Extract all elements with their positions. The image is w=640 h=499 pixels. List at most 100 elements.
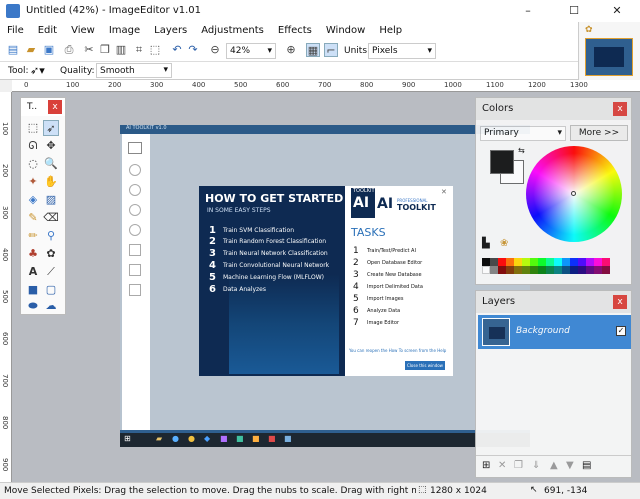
task-link[interactable]: Import Delimited Data (367, 284, 423, 290)
swap-colors-icon[interactable]: ⇆ (518, 146, 525, 155)
pencil-icon[interactable]: ✏ (25, 228, 41, 244)
step-link[interactable]: Train SVM Classification (223, 227, 294, 234)
palette-swatch[interactable] (490, 258, 498, 266)
step-link[interactable]: Machine Learning Flow (MLFLOW) (223, 274, 324, 281)
palette-swatch[interactable] (498, 258, 506, 266)
step-link[interactable]: Train Neural Network Classification (223, 250, 328, 257)
task-link[interactable]: Train/Test/Predict AI (367, 248, 416, 254)
color-wheel[interactable] (526, 146, 622, 242)
grid-icon[interactable]: ▦ (306, 43, 320, 57)
palette-swatch[interactable] (522, 258, 530, 266)
image-thumbnail[interactable] (585, 38, 633, 76)
close-layers-icon[interactable]: x (613, 295, 627, 309)
palette-icon[interactable]: ▙ (482, 238, 490, 249)
step-link[interactable]: Data Analyzes (223, 286, 266, 293)
palette-swatch[interactable] (514, 258, 522, 266)
palette-swatch[interactable] (482, 266, 490, 274)
delete-layer-icon[interactable]: ✕ (498, 460, 506, 471)
menu-image[interactable]: Image (102, 22, 147, 39)
palette-swatch[interactable] (506, 266, 514, 274)
merge-layer-icon[interactable]: ⇓ (532, 460, 540, 471)
palette-swatch[interactable] (570, 258, 578, 266)
move-icon[interactable]: ✥ (43, 138, 59, 154)
close-colors-icon[interactable]: x (613, 102, 627, 116)
paintbrush-icon[interactable]: ✎ (25, 210, 41, 226)
close-window-button[interactable]: ✕ (594, 0, 640, 22)
palette-swatch[interactable] (546, 258, 554, 266)
palette-swatch[interactable] (586, 258, 594, 266)
palette-swatch[interactable] (594, 258, 602, 266)
more-colors-button[interactable]: More >> (570, 125, 628, 141)
task-link[interactable]: Open Database Editor (367, 260, 422, 266)
palette-swatch[interactable] (594, 266, 602, 274)
zoom-select[interactable]: 42% ▾ (226, 43, 276, 59)
magic-wand-icon[interactable]: ✦ (25, 174, 41, 190)
menu-window[interactable]: Window (319, 22, 372, 39)
palette-swatch[interactable] (514, 266, 522, 274)
palette-swatch[interactable] (482, 258, 490, 266)
text-icon[interactable]: A (25, 264, 41, 280)
color-picker-icon[interactable]: ⚲ (43, 228, 59, 244)
palette-swatch[interactable] (554, 266, 562, 274)
quality-select[interactable]: Smooth ▾ (96, 63, 172, 78)
freeform-icon[interactable]: ☁ (43, 298, 59, 314)
copy-icon[interactable]: ❐ (98, 43, 112, 57)
color-mode-select[interactable]: Primary ▾ (480, 126, 566, 141)
palette-swatch[interactable] (522, 266, 530, 274)
palette-swatch[interactable] (578, 258, 586, 266)
palette-swatch[interactable] (602, 258, 610, 266)
primary-color-swatch[interactable] (490, 150, 514, 174)
zoom-in-icon[interactable]: ⊕ (284, 43, 298, 57)
palette-swatch[interactable] (570, 266, 578, 274)
duplicate-layer-icon[interactable]: ❐ (514, 460, 523, 471)
zoom-icon[interactable]: 🔍 (43, 156, 59, 172)
recolor-icon[interactable]: ✿ (43, 246, 59, 262)
close-tools-icon[interactable]: x (48, 100, 62, 114)
layer-row[interactable]: Background ✓ (478, 315, 631, 349)
zoom-out-icon[interactable]: ⊖ (208, 43, 222, 57)
eraser-icon[interactable]: ⌫ (43, 210, 59, 226)
cut-icon[interactable]: ✂ (82, 43, 96, 57)
menu-view[interactable]: View (64, 22, 102, 39)
palette-swatch[interactable] (490, 266, 498, 274)
task-link[interactable]: Image Editor (367, 320, 399, 326)
ruler-icon[interactable]: ⌐ (324, 43, 338, 57)
new-file-icon[interactable]: ▤ (6, 43, 20, 57)
palette-swatch[interactable] (602, 266, 610, 274)
palette-swatch[interactable] (498, 266, 506, 274)
move-pointer-icon[interactable]: ➶▾ (30, 64, 45, 77)
gradient-icon[interactable]: ▨ (43, 192, 59, 208)
paste-icon[interactable]: ▥ (114, 43, 128, 57)
save-icon[interactable]: ▣ (42, 43, 56, 57)
rounded-rect-icon[interactable]: ▢ (43, 282, 59, 298)
rect-select-icon[interactable]: ⬚ (25, 120, 41, 136)
deselect-icon[interactable]: ⬚ (148, 43, 162, 57)
step-link[interactable]: Train Convolutional Neural Network (223, 262, 329, 269)
close-dialog-button[interactable]: Close this window (405, 361, 445, 370)
maximize-button[interactable]: ☐ (551, 0, 597, 22)
menu-adjustments[interactable]: Adjustments (194, 22, 271, 39)
open-folder-icon[interactable]: ▰ (24, 43, 38, 57)
task-link[interactable]: Import Images (367, 296, 403, 302)
task-link[interactable]: Create New Database (367, 272, 422, 278)
menu-effects[interactable]: Effects (271, 22, 319, 39)
add-layer-icon[interactable]: ⊞ (482, 460, 490, 471)
menu-edit[interactable]: Edit (31, 22, 64, 39)
layer-properties-icon[interactable]: ▤ (582, 460, 591, 471)
move-selection-icon[interactable]: ➶ (43, 120, 59, 136)
units-select[interactable]: Pixels ▾ (368, 43, 436, 59)
dialog-close-icon[interactable]: ✕ (441, 188, 447, 196)
move-layer-down-icon[interactable]: ▼ (566, 460, 574, 471)
palette-swatch[interactable] (562, 266, 570, 274)
pin-icon[interactable]: ✿ (585, 25, 593, 35)
pan-icon[interactable]: ✋ (43, 174, 59, 190)
move-layer-up-icon[interactable]: ▲ (550, 460, 558, 471)
step-link[interactable]: Train Random Forest Classification (223, 238, 326, 245)
palette-swatch[interactable] (538, 258, 546, 266)
redo-icon[interactable]: ↷ (186, 43, 200, 57)
lasso-icon[interactable]: ᘏ (25, 138, 41, 154)
clone-stamp-icon[interactable]: ♣ (25, 246, 41, 262)
ellipse-select-icon[interactable]: ◌ (25, 156, 41, 172)
undo-icon[interactable]: ↶ (170, 43, 184, 57)
palette-swatch[interactable] (538, 266, 546, 274)
